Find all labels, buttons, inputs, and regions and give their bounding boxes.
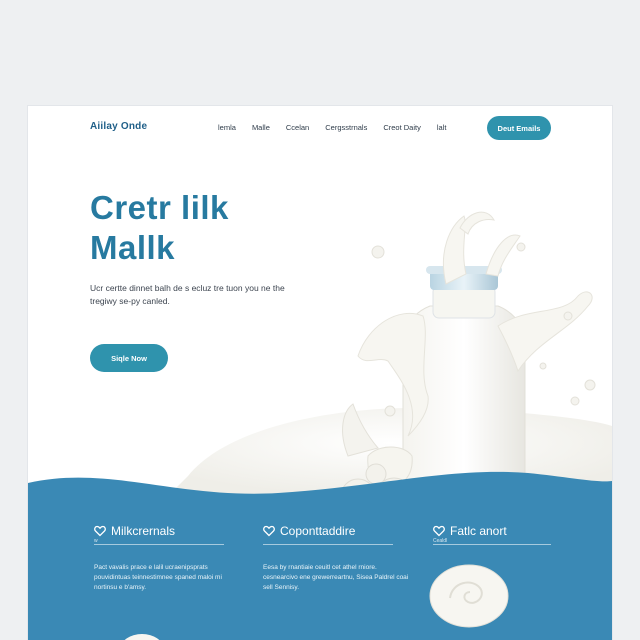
hero-title: Cretr lilk Mallk: [90, 188, 229, 268]
nav-item[interactable]: lalt: [437, 123, 447, 132]
milk-drop-image: [429, 564, 509, 628]
hero-title-line2: Mallk: [90, 229, 176, 266]
feature-column-1: Milkcrernals w Pact vavalis prace e lali…: [94, 524, 242, 593]
feature-column-3: Fatlc anort Cealdl: [433, 524, 551, 545]
nav-item[interactable]: lemla: [218, 123, 236, 132]
nav-item[interactable]: Ccelan: [286, 123, 309, 132]
feature-divider: w: [94, 538, 224, 545]
feature-title: Coponttaddire: [280, 524, 356, 538]
nav-item[interactable]: Creot Daity: [383, 123, 421, 132]
feature-body: Pact vavalis prace e lalil ucraenipsprat…: [94, 564, 222, 591]
nav-item[interactable]: Malle: [252, 123, 270, 132]
shop-now-button[interactable]: Siqle Now: [90, 344, 168, 372]
hero-description: Ucr certte dinnet balh de s ecluz tre tu…: [90, 283, 285, 306]
feature-divider: [263, 544, 393, 545]
feature-title: Fatlc anort: [450, 524, 507, 538]
nav-item[interactable]: Cergsstrnals: [325, 123, 367, 132]
brand-logo[interactable]: Aiilay Onde: [90, 121, 147, 132]
heart-icon: [94, 525, 106, 537]
feature-subtitle: w: [94, 538, 98, 544]
top-navigation: Aiilay Onde lemla Malle Ccelan Cergsstrn…: [28, 106, 612, 152]
heart-icon: [263, 525, 275, 537]
nav-menu: lemla Malle Ccelan Cergsstrnals Creot Da…: [218, 123, 462, 132]
milk-drop-image: [124, 634, 160, 640]
feature-divider: Cealdl: [433, 538, 551, 545]
feature-subtitle: Cealdl: [433, 538, 448, 544]
heart-icon: [433, 525, 445, 537]
hero-title-line1: Cretr lilk: [90, 189, 229, 226]
landing-page: Aiilay Onde lemla Malle Ccelan Cergsstrn…: [28, 106, 612, 640]
feature-column-2: Coponttaddire Eesa by rnantiaie ceuitl c…: [263, 524, 411, 593]
feature-body: Eesa by rnantiaie ceuitl cet athel rnior…: [263, 564, 409, 591]
feature-title: Milkcrernals: [111, 524, 176, 538]
milk-splash-illustration: [168, 211, 612, 496]
nav-cta-button[interactable]: Deut Emails: [487, 116, 551, 140]
